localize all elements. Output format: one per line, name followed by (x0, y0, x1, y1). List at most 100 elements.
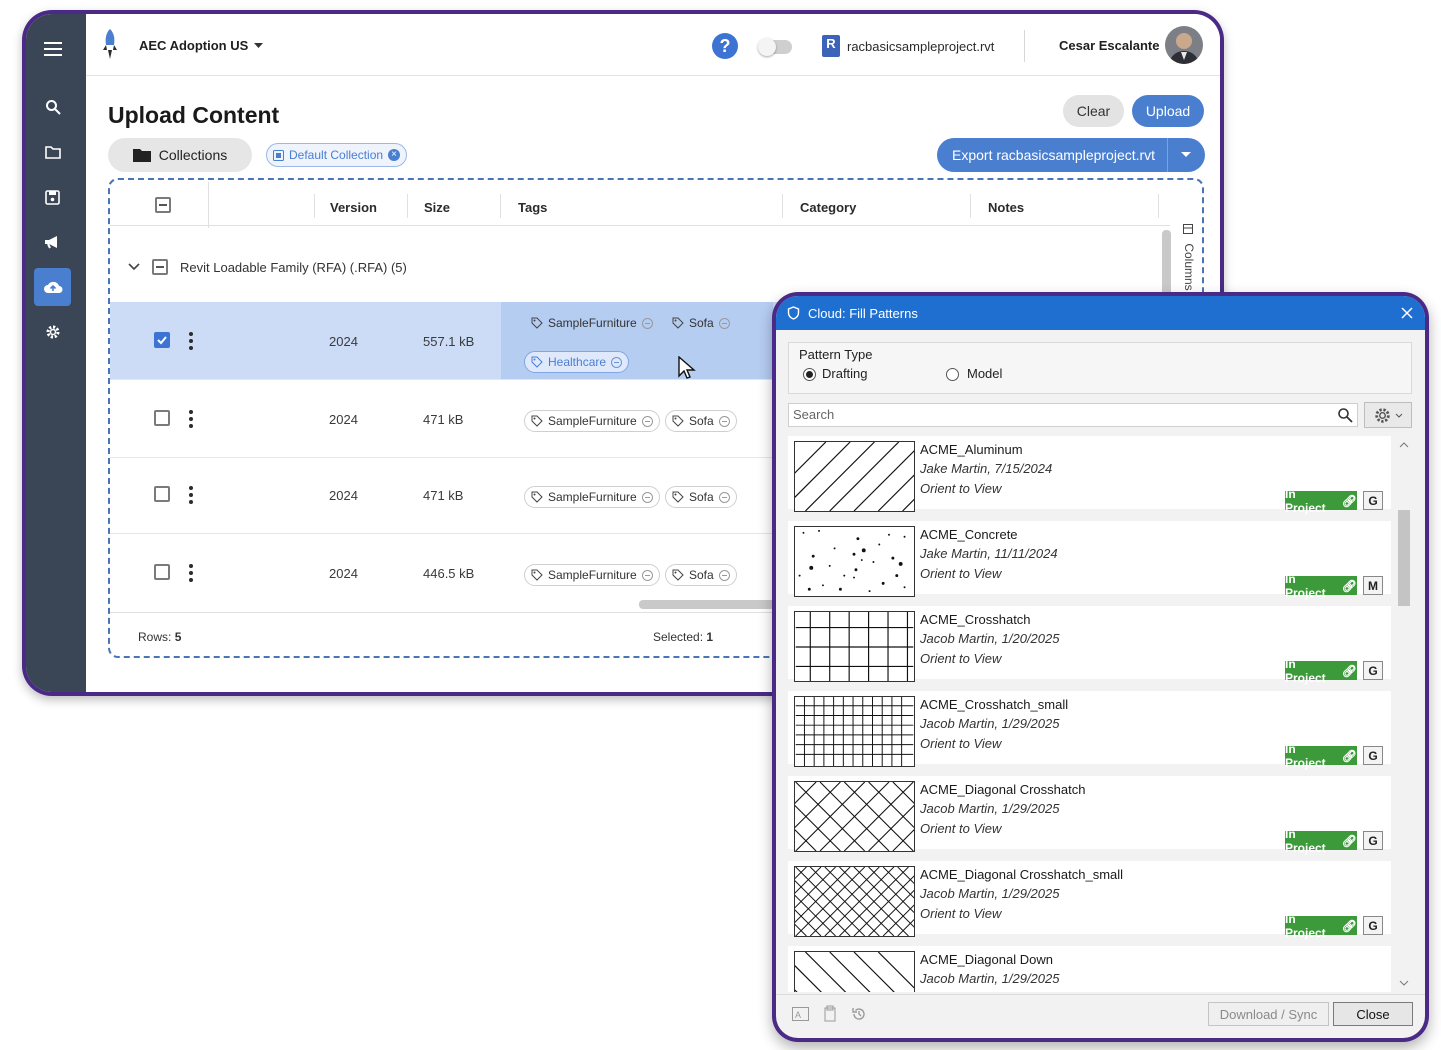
close-icon[interactable] (1401, 307, 1413, 319)
row-menu-icon[interactable] (188, 486, 194, 504)
column-header-category[interactable]: Category (800, 200, 856, 215)
folder-icon[interactable] (34, 133, 71, 171)
remove-tag-icon[interactable] (641, 415, 653, 427)
settings-dropdown-button[interactable] (1364, 402, 1412, 428)
remove-tag-icon[interactable] (718, 491, 730, 503)
in-project-label: In Project (1285, 486, 1326, 515)
search-icon[interactable] (34, 88, 71, 126)
remove-tag-icon[interactable] (641, 491, 653, 503)
row-menu-icon[interactable] (188, 410, 194, 428)
tag-chip[interactable]: Sofa (665, 486, 737, 508)
selected-count-label: Selected: (653, 630, 704, 644)
list-item[interactable]: ACME_Diagonal Crosshatch Jacob Martin, 1… (788, 776, 1391, 855)
remove-tag-icon[interactable] (718, 415, 730, 427)
download-sync-button[interactable]: Download / Sync (1208, 1002, 1329, 1026)
remove-tag-icon[interactable] (718, 317, 730, 329)
tag-chip[interactable]: Healthcare (524, 351, 630, 373)
pattern-orientation: Orient to View (920, 736, 1002, 751)
tag-chip[interactable]: SampleFurniture (524, 312, 660, 334)
chevron-down-icon[interactable] (128, 263, 140, 271)
pattern-name: ACME_Diagonal Crosshatch (920, 782, 1086, 797)
tag-chip[interactable]: Sofa (665, 410, 737, 432)
columns-panel-toggle[interactable]: Columns (1178, 224, 1198, 300)
export-button[interactable]: Export racbasicsampleproject.rvt (937, 138, 1205, 172)
user-name[interactable]: Cesar Escalante (1059, 38, 1159, 53)
search-icon[interactable] (1337, 407, 1353, 423)
model-label[interactable]: Model (967, 366, 1002, 381)
tag-chip[interactable]: SampleFurniture (524, 486, 660, 508)
help-icon[interactable]: ? (712, 33, 738, 59)
row-menu-icon[interactable] (188, 332, 194, 350)
row-checkbox[interactable] (154, 410, 170, 426)
column-header-size[interactable]: Size (424, 200, 450, 215)
row-checkbox[interactable] (154, 486, 170, 502)
tag-chip[interactable]: SampleFurniture (524, 564, 660, 586)
menu-icon[interactable] (34, 30, 71, 68)
list-item[interactable]: ACME_Aluminum Jake Martin, 7/15/2024 Ori… (788, 436, 1391, 515)
paste-icon[interactable] (822, 1005, 838, 1022)
drafting-label[interactable]: Drafting (822, 366, 868, 381)
default-collection-chip[interactable]: Default Collection × (266, 143, 408, 167)
remove-tag-icon[interactable] (641, 317, 653, 329)
scroll-down-icon[interactable] (1399, 980, 1409, 986)
chevron-down-icon[interactable] (1181, 152, 1191, 158)
tag-chip[interactable]: Sofa (665, 564, 737, 586)
tag-chip[interactable]: Sofa (665, 312, 737, 334)
group-checkbox[interactable] (152, 259, 168, 275)
megaphone-icon[interactable] (34, 223, 71, 261)
in-project-badge[interactable]: In Project 🔗︎ (1285, 827, 1357, 855)
pattern-list-scrollbar[interactable] (1396, 436, 1412, 992)
remove-tag-icon[interactable] (641, 569, 653, 581)
drafting-radio[interactable] (803, 368, 816, 381)
dialog-title-bar[interactable]: Cloud: Fill Patterns (776, 296, 1425, 330)
scroll-up-icon[interactable] (1399, 442, 1409, 448)
upload-button[interactable]: Upload (1132, 95, 1204, 127)
row-menu-icon[interactable] (188, 564, 194, 582)
in-project-badge[interactable]: In Project 🔗︎ (1285, 742, 1357, 770)
list-item[interactable]: ACME_Concrete Jake Martin, 11/11/2024 Or… (788, 521, 1391, 600)
text-note-icon[interactable]: A (792, 1007, 809, 1021)
header-select-all[interactable] (155, 197, 171, 213)
list-item[interactable]: ACME_Crosshatch_small Jacob Martin, 1/29… (788, 691, 1391, 770)
list-item[interactable]: ACME_Crosshatch Jacob Martin, 1/20/2025 … (788, 606, 1391, 685)
collections-button[interactable]: Collections (108, 138, 252, 172)
gear-icon[interactable] (34, 313, 71, 351)
pattern-preview-crosshatch (794, 611, 915, 682)
avatar[interactable] (1165, 26, 1203, 64)
list-item[interactable]: ACME_Diagonal Down Jacob Martin, 1/29/20… (788, 946, 1391, 992)
table-scrollbar-vertical[interactable] (1162, 230, 1171, 300)
in-project-badge[interactable]: In Project 🔗︎ (1285, 657, 1357, 685)
cloud-upload-icon[interactable] (34, 268, 71, 306)
in-project-badge[interactable]: In Project 🔗︎ (1285, 487, 1357, 515)
history-icon[interactable] (851, 1006, 867, 1022)
search-input[interactable]: Search (788, 403, 1358, 427)
row-checkbox[interactable] (154, 332, 170, 348)
close-button[interactable]: Close (1333, 1002, 1413, 1026)
theme-toggle[interactable] (758, 38, 792, 56)
project-file-name[interactable]: racbasicsampleproject.rvt (847, 39, 994, 54)
column-divider (970, 194, 971, 218)
remove-collection-icon[interactable]: × (388, 149, 401, 161)
pattern-name: ACME_Crosshatch_small (920, 697, 1069, 712)
remove-tag-icon[interactable] (611, 356, 623, 368)
column-header-notes[interactable]: Notes (988, 200, 1024, 215)
remove-tag-icon[interactable] (718, 569, 730, 581)
table-scrollbar-horizontal[interactable] (639, 600, 779, 609)
tag-icon (531, 317, 543, 329)
row-checkbox[interactable] (154, 564, 170, 580)
org-selector[interactable]: AEC Adoption US (139, 38, 264, 53)
tag-chip[interactable]: SampleFurniture (524, 410, 660, 432)
size-cell: 471 kB (423, 412, 464, 427)
column-header-version[interactable]: Version (330, 200, 377, 215)
clear-button[interactable]: Clear (1063, 95, 1124, 127)
scrollbar-thumb[interactable] (1398, 510, 1410, 606)
in-project-badge[interactable]: In Project 🔗︎ (1285, 572, 1357, 600)
pattern-author-date: Jacob Martin, 1/29/2025 (920, 886, 1060, 901)
in-project-badge[interactable]: In Project 🔗︎ (1285, 912, 1357, 940)
list-item[interactable]: ACME_Diagonal Crosshatch_small Jacob Mar… (788, 861, 1391, 940)
save-icon[interactable] (34, 178, 71, 216)
model-radio[interactable] (946, 368, 959, 381)
column-header-tags[interactable]: Tags (518, 200, 547, 215)
column-divider (782, 194, 783, 218)
link-icon: 🔗︎ (1341, 578, 1357, 593)
